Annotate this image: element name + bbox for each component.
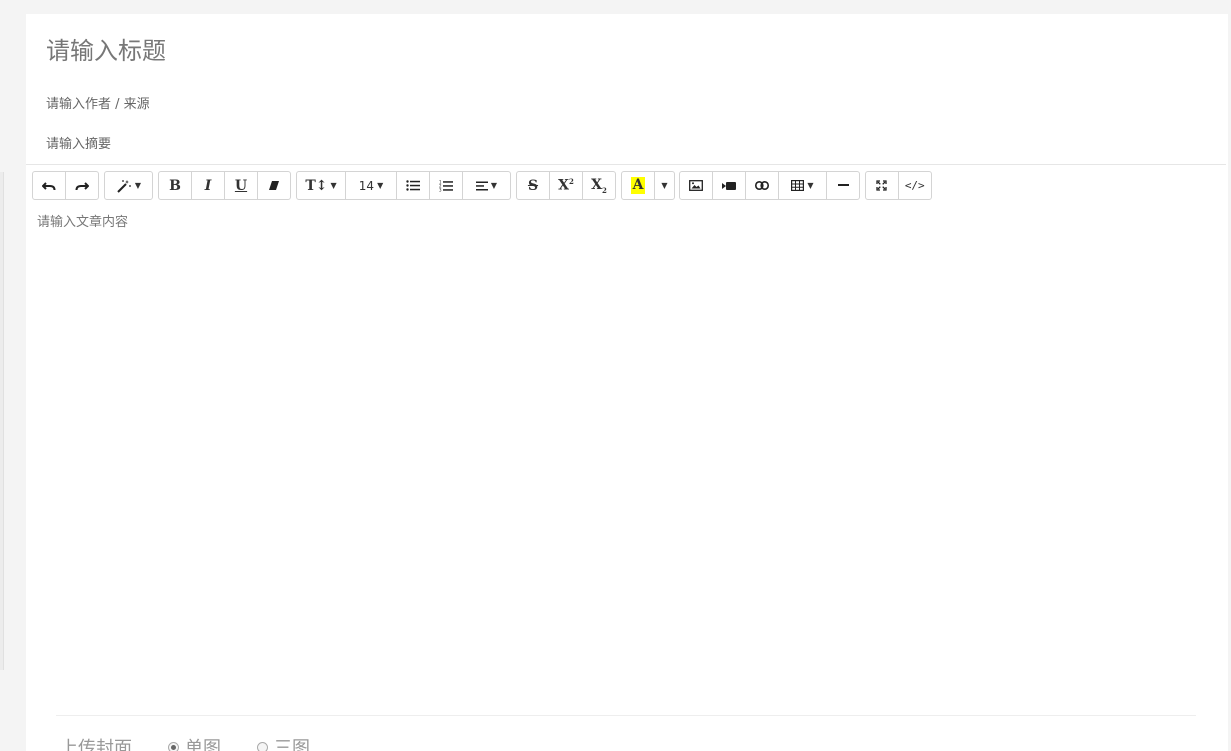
cover-options-row: 上传封面 单图 三图: [60, 732, 346, 751]
cover-divider: [56, 715, 1196, 716]
font-family-dropdown-button[interactable]: T↕ ▼: [297, 172, 346, 199]
undo-button[interactable]: [33, 172, 66, 199]
strikethrough-button[interactable]: S: [517, 172, 550, 199]
cover-option-single[interactable]: 单图: [168, 734, 221, 751]
content-editor[interactable]: 请输入文章内容: [26, 205, 1226, 695]
color-group: A ▼: [621, 171, 675, 200]
format-group: B I U: [158, 171, 291, 200]
editor-toolbar: ▼ B I U T↕ ▼ 14 ▼ 1 2 3 ▼ S X2 X2 A ▼ ▼ …: [26, 164, 1226, 206]
cover-option-label: 单图: [185, 738, 221, 751]
paragraph-group: T↕ ▼ 14 ▼ 1 2 3 ▼: [296, 171, 511, 200]
underline-icon: U: [234, 177, 248, 194]
summary-input[interactable]: [46, 135, 846, 153]
cover-label: 上传封面: [60, 738, 132, 751]
code-icon: </>: [904, 179, 925, 192]
superscript-icon: X2: [558, 177, 574, 194]
undo-icon: [41, 181, 56, 190]
font-size-value: 14: [358, 178, 375, 193]
expand-icon: [876, 180, 887, 191]
insert-link-button[interactable]: [746, 172, 779, 199]
code-view-button[interactable]: </>: [899, 172, 932, 199]
fullscreen-button[interactable]: [866, 172, 899, 199]
chevron-down-icon: ▼: [134, 181, 142, 190]
insert-video-button[interactable]: [713, 172, 746, 199]
chevron-down-icon: ▼: [377, 181, 384, 190]
numbered-list-icon: 1 2 3: [439, 180, 453, 192]
table-icon: [791, 180, 805, 191]
text-color-button[interactable]: A: [622, 172, 655, 199]
script-group: S X2 X2: [516, 171, 616, 200]
align-left-icon: [475, 181, 488, 190]
text-height-icon: T↕: [305, 177, 328, 194]
horizontal-rule-button[interactable]: [827, 172, 859, 199]
chevron-down-icon: ▼: [490, 181, 498, 190]
italic-button[interactable]: I: [192, 172, 225, 199]
align-dropdown-button[interactable]: ▼: [463, 172, 510, 199]
style-group: ▼: [104, 171, 153, 200]
eraser-icon: [269, 181, 279, 190]
color-dropdown-button[interactable]: ▼: [655, 172, 674, 199]
chevron-down-icon: ▼: [807, 181, 814, 190]
style-dropdown-button[interactable]: ▼: [105, 172, 152, 199]
bullet-list-icon: [406, 180, 420, 191]
strikethrough-icon: S: [527, 177, 539, 194]
redo-icon: [75, 181, 89, 190]
radio-button[interactable]: [257, 741, 268, 751]
ordered-list-button[interactable]: 1 2 3: [430, 172, 463, 199]
svg-text:3: 3: [439, 187, 442, 192]
bold-icon: B: [169, 177, 181, 194]
view-group: </>: [865, 171, 932, 200]
italic-icon: I: [204, 177, 212, 194]
radio-button[interactable]: [168, 741, 179, 751]
image-icon: [689, 180, 703, 191]
cover-option-label: 三图: [274, 738, 310, 751]
underline-button[interactable]: U: [225, 172, 258, 199]
insert-table-button[interactable]: ▼: [779, 172, 827, 199]
insert-image-button[interactable]: [680, 172, 713, 199]
link-icon: [755, 181, 769, 190]
magic-wand-icon: [117, 179, 131, 193]
article-editor-card: ▼ B I U: [26, 14, 1228, 751]
author-input[interactable]: [46, 95, 846, 113]
clear-format-button[interactable]: [258, 172, 290, 199]
history-group: [32, 171, 99, 200]
superscript-button[interactable]: X2: [550, 172, 583, 199]
left-panel-edge: [0, 172, 4, 670]
font-color-icon: A: [630, 177, 646, 194]
video-icon: [722, 181, 736, 190]
unordered-list-button[interactable]: [397, 172, 430, 199]
chevron-down-icon: ▼: [330, 181, 337, 190]
page-root: ▼ B I U: [0, 0, 1231, 751]
font-size-dropdown-button[interactable]: 14 ▼: [346, 172, 397, 199]
insert-group: ▼: [679, 171, 860, 200]
subscript-button[interactable]: X2: [583, 172, 615, 199]
title-input[interactable]: [46, 36, 846, 66]
redo-button[interactable]: [66, 172, 99, 199]
horizontal-rule-icon: [837, 184, 849, 186]
subscript-icon: X2: [591, 176, 607, 195]
chevron-down-icon: ▼: [661, 181, 668, 190]
bold-button[interactable]: B: [159, 172, 192, 199]
cover-option-three[interactable]: 三图: [257, 734, 310, 751]
content-placeholder: 请输入文章内容: [37, 215, 129, 230]
